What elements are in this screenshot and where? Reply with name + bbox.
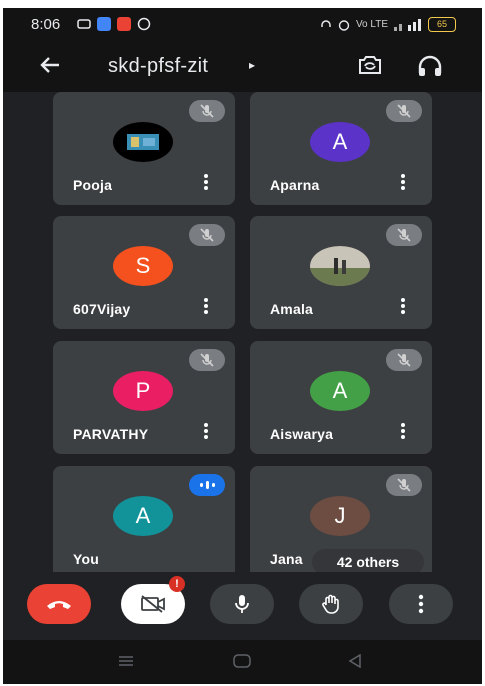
mic-off-icon (189, 349, 225, 371)
battery-indicator: 65 (428, 17, 456, 32)
participant-tile[interactable]: J Jana 42 others (250, 466, 432, 579)
more-vert-icon[interactable] (203, 423, 209, 443)
more-vert-icon (418, 594, 424, 614)
microphone-icon (235, 595, 249, 613)
participant-avatar: S (113, 246, 173, 286)
participant-tile[interactable]: Pooja (53, 92, 235, 205)
participant-grid: Pooja A Aparna S 607Vijay Amala P PARVAT… (3, 92, 482, 579)
end-call-icon (47, 601, 71, 609)
cast-icon (77, 19, 91, 29)
participant-avatar: A (310, 122, 370, 162)
participant-tile[interactable]: Amala (250, 216, 432, 329)
participant-tile[interactable]: A Aiswarya (250, 341, 432, 454)
participant-name: Amala (270, 301, 314, 317)
mic-off-icon (189, 100, 225, 122)
app-notification-icon (97, 17, 111, 31)
more-vert-icon[interactable] (203, 174, 209, 194)
end-call-button[interactable] (27, 584, 91, 624)
microphone-button[interactable] (210, 584, 274, 624)
recents-icon[interactable] (118, 654, 134, 668)
camera-toggle-button[interactable]: ! (121, 576, 185, 624)
meeting-code[interactable]: skd-pfsf-zit (108, 55, 208, 78)
participant-avatar: J (310, 496, 370, 536)
more-vert-icon[interactable] (400, 423, 406, 443)
notification-icons (77, 17, 151, 31)
participant-avatar: P (113, 371, 173, 411)
raise-hand-button[interactable] (299, 584, 363, 624)
headset-status-icon (321, 19, 331, 27)
alarm-icon (338, 19, 350, 31)
switch-camera-icon[interactable] (355, 53, 385, 77)
more-options-button[interactable] (389, 584, 453, 624)
participant-name: 607Vijay (73, 301, 131, 317)
system-icons: Vo LTE 65 (320, 17, 456, 32)
headphones-icon[interactable] (416, 53, 444, 79)
participant-tile[interactable]: S 607Vijay (53, 216, 235, 329)
camera-off-icon (141, 595, 165, 613)
caret-right-icon[interactable]: ▸ (249, 58, 255, 72)
phone-screen: 8:06 Vo LTE 65 skd-pfsf-zit ▸ Pooja A Ap… (3, 8, 482, 684)
participant-name: Pooja (73, 177, 113, 193)
arrow-left-icon[interactable] (37, 52, 63, 78)
mic-off-icon (386, 349, 422, 371)
participant-name: Jana (270, 551, 303, 567)
system-nav-bar (3, 640, 482, 684)
alert-badge: ! (169, 576, 185, 592)
raise-hand-icon (322, 594, 339, 614)
participant-photo (113, 122, 173, 162)
mic-off-icon (386, 100, 422, 122)
participant-name: PARVATHY (73, 426, 149, 442)
status-time: 8:06 (31, 16, 61, 33)
back-nav-icon[interactable] (348, 654, 362, 668)
more-vert-icon[interactable] (400, 298, 406, 318)
participant-tile[interactable]: A Aparna (250, 92, 432, 205)
participant-tile[interactable]: P PARVATHY (53, 341, 235, 454)
speaking-indicator-icon (189, 474, 225, 496)
participant-name: Aiswarya (270, 426, 334, 442)
mic-off-icon (189, 224, 225, 246)
more-vert-icon[interactable] (203, 298, 209, 318)
signal-icon (394, 18, 421, 31)
participant-name: You (73, 551, 100, 567)
meeting-header: skd-pfsf-zit ▸ (3, 42, 482, 92)
participant-avatar: A (113, 496, 173, 536)
participant-avatar: A (310, 371, 370, 411)
participant-photo (310, 246, 370, 286)
status-bar: 8:06 Vo LTE 65 (3, 8, 482, 42)
participant-name: Aparna (270, 177, 320, 193)
mic-off-icon (386, 224, 422, 246)
whatsapp-icon (137, 17, 151, 31)
home-icon[interactable] (233, 654, 251, 668)
mic-off-icon (386, 474, 422, 496)
participant-tile-self[interactable]: A You (53, 466, 235, 579)
volte-label: Vo LTE (355, 19, 388, 30)
call-controls: ! (3, 572, 482, 640)
more-vert-icon[interactable] (400, 174, 406, 194)
calendar-notification-icon (117, 17, 131, 31)
